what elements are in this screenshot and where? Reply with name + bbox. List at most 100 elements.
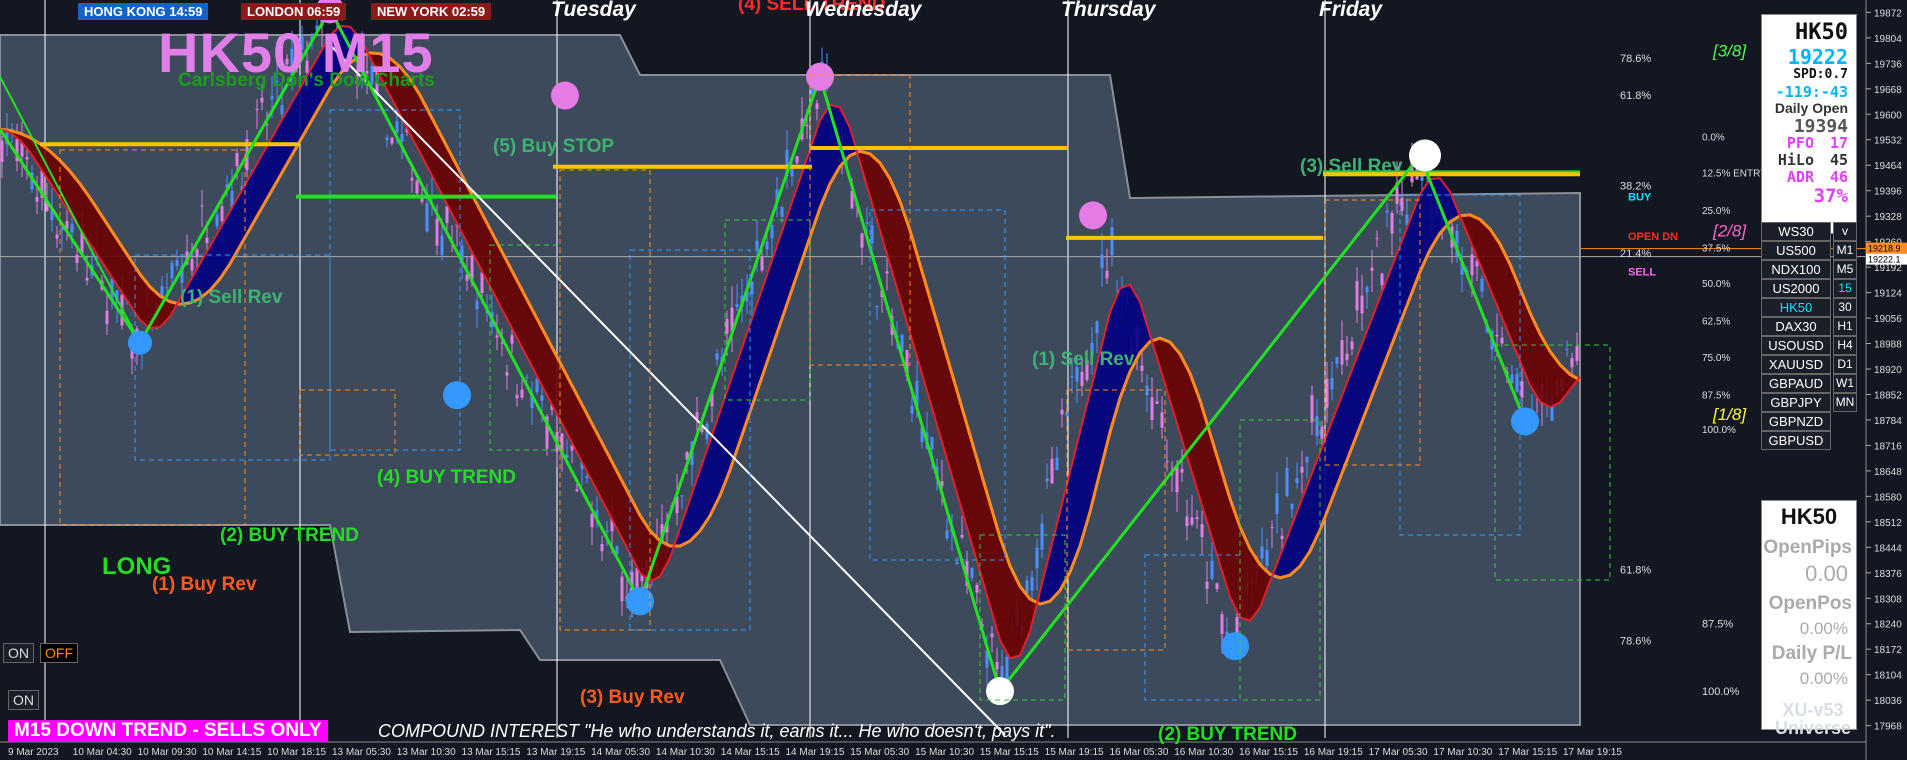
candle-body — [1055, 457, 1059, 471]
price-tick-label: 18104 — [1874, 671, 1902, 682]
candle-body — [945, 530, 949, 539]
candle-body — [1495, 334, 1499, 337]
timeframe-button-mn[interactable]: MN — [1833, 393, 1857, 412]
annotation-3: (3) Sell Rev — [1300, 156, 1403, 177]
candle-body — [1175, 465, 1179, 493]
symbol-button-gbpnzd[interactable]: GBPNZD — [1761, 412, 1831, 431]
symbol-button-xauusd[interactable]: XAUUSD — [1761, 355, 1831, 374]
symbol-button-us500[interactable]: US500 — [1761, 241, 1831, 260]
candle-body — [1025, 580, 1029, 594]
price-chart[interactable]: 19872 19804 19736 19668 19600 19532 19464 19396… — [0, 0, 1907, 760]
timeframe-button-v[interactable]: v — [1833, 222, 1857, 241]
candle-body — [960, 534, 964, 538]
candle-body — [445, 206, 449, 223]
price-tick-label: 19804 — [1874, 34, 1902, 45]
candle-body — [1185, 516, 1189, 527]
annotation-0: (1) Sell Rev — [180, 287, 283, 308]
candle-body — [1200, 524, 1204, 537]
annotation-9: (1) Buy Rev — [152, 574, 257, 595]
candle-body — [1570, 358, 1574, 368]
candle-body — [1155, 401, 1159, 404]
info-pfo-label: PFO — [1786, 134, 1814, 152]
clock-london: LONDON 06:59 — [241, 3, 347, 20]
on-button[interactable]: ON — [3, 643, 34, 663]
annotation-6: (2) BUY TREND — [220, 525, 359, 546]
candle-body — [970, 568, 974, 578]
fib-label-left-2: 38.2% — [1620, 180, 1651, 192]
candle-body — [1310, 395, 1314, 423]
candle-body — [1150, 397, 1154, 421]
price-tick-label: 19736 — [1874, 59, 1902, 70]
info-adr-label: ADR — [1786, 168, 1814, 186]
swing-marker-9 — [551, 81, 579, 110]
off-button[interactable]: OFF — [40, 643, 78, 663]
candle-body — [1095, 321, 1099, 333]
info-symbol: HK50 — [1795, 20, 1848, 45]
candle-body — [75, 254, 79, 263]
candle-body — [955, 562, 959, 565]
time-tick-label: 13 Mar 15:15 — [462, 747, 521, 758]
candle-body — [70, 224, 74, 233]
on-toggle-button[interactable]: ON — [8, 690, 39, 710]
symbol-button-gbpusd[interactable]: GBPUSD — [1761, 431, 1831, 450]
timeframe-button-h4[interactable]: H4 — [1833, 336, 1857, 355]
fib-label-right-7: 87.5% — [1702, 390, 1730, 401]
symbol-button-ws30[interactable]: WS30 — [1761, 222, 1831, 241]
price-tick-label: 18172 — [1874, 645, 1902, 656]
pnl-symbol: HK50 — [1780, 504, 1838, 529]
symbol-button-gbpjpy[interactable]: GBPJPY — [1761, 393, 1831, 412]
candle-body — [205, 237, 209, 244]
candle-body — [170, 262, 174, 278]
annotation-8: (2) BUY TREND — [1158, 724, 1297, 745]
candle-body — [870, 225, 874, 244]
symbol-button-usousd[interactable]: USOUSD — [1761, 336, 1831, 355]
info-price: 19222 — [1787, 45, 1848, 69]
timeframe-button-m5[interactable]: M5 — [1833, 260, 1857, 279]
candle-body — [1340, 340, 1344, 365]
price-tick-label: 19464 — [1874, 161, 1902, 172]
timeframe-button-d1[interactable]: D1 — [1833, 355, 1857, 374]
candle-body — [1350, 341, 1354, 350]
day-label-wednesday: Wednesday — [805, 0, 922, 21]
price-tick-label: 18444 — [1874, 543, 1902, 554]
price-tick-label: 19532 — [1874, 136, 1902, 147]
candle-body — [510, 335, 514, 344]
swing-marker-0 — [128, 330, 152, 355]
time-tick-label: 17 Mar 19:15 — [1563, 747, 1622, 758]
swing-marker-8 — [1511, 407, 1539, 436]
timeframe-button-15[interactable]: 15 — [1833, 279, 1857, 298]
time-tick-label: 10 Mar 04:30 — [73, 747, 132, 758]
symbol-button-hk50[interactable]: HK50 — [1761, 298, 1831, 317]
symbol-button-dax30[interactable]: DAX30 — [1761, 317, 1831, 336]
info-daily-open-label: Daily Open — [1774, 100, 1848, 116]
candle-body — [1265, 550, 1269, 566]
symbol-button-gbpaud[interactable]: GBPAUD — [1761, 374, 1831, 393]
info-pfo: 17 — [1829, 134, 1848, 152]
murrey-label-1: [2/8] — [1712, 221, 1747, 240]
fib-label-bottom-1: 87.5% — [1702, 619, 1733, 631]
symbol-button-ndx100[interactable]: NDX100 — [1761, 260, 1831, 279]
timeframe-button-w1[interactable]: W1 — [1833, 374, 1857, 393]
candle-body — [760, 257, 764, 271]
candle-body — [1260, 546, 1264, 559]
symbol-button-us2000[interactable]: US2000 — [1761, 279, 1831, 298]
daily-pl-value: 0.00% — [1799, 669, 1848, 688]
candle-body — [1335, 357, 1339, 364]
brand-name: Universe — [1774, 718, 1852, 738]
timeframe-button-m1[interactable]: M1 — [1833, 241, 1857, 260]
candle-body — [175, 260, 179, 267]
time-tick-label: 10 Mar 18:15 — [267, 747, 326, 758]
current-price-label-2: 19222.1 — [1868, 255, 1901, 265]
timeframe-button-30[interactable]: 30 — [1833, 298, 1857, 317]
candle-body — [770, 225, 774, 239]
candle-body — [425, 203, 429, 232]
zone-label-0: BUY — [1628, 192, 1652, 204]
candle-body — [35, 197, 39, 202]
candle-body — [1520, 381, 1524, 398]
day-label-friday: Friday — [1319, 0, 1383, 21]
candle-body — [515, 394, 519, 399]
open-pos-label: OpenPos — [1768, 593, 1852, 614]
candle-body — [55, 234, 59, 239]
time-tick-label: 15 Mar 10:30 — [915, 747, 974, 758]
timeframe-button-h1[interactable]: H1 — [1833, 317, 1857, 336]
